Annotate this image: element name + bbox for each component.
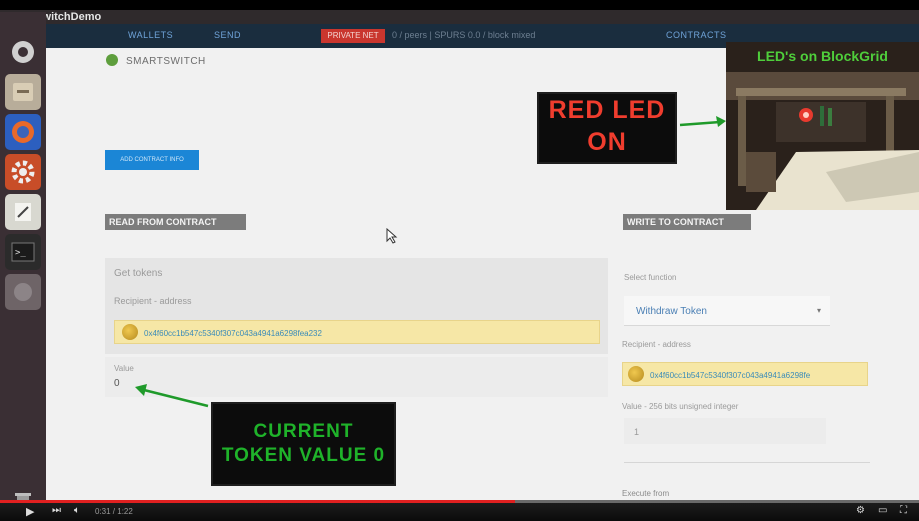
contract-identicon xyxy=(106,54,118,66)
svg-text:>_: >_ xyxy=(15,248,26,258)
inset-caption: LED's on BlockGrid xyxy=(757,48,888,64)
token-value: 0 xyxy=(114,378,120,389)
play-icon[interactable]: ▶ xyxy=(26,505,34,518)
arrow-right-icon xyxy=(679,116,726,127)
launcher-software-button[interactable] xyxy=(5,274,41,310)
fullscreen-icon[interactable]: ⛶ xyxy=(900,505,907,516)
write-recipient-value: 0x4f60cc1b547c5340f307c043a4941a6298fe xyxy=(650,371,811,380)
select-function-label: Select function xyxy=(624,273,677,282)
token-annotation-line-2: TOKEN VALUE 0 xyxy=(221,445,386,466)
write-recipient-label: Recipient - address xyxy=(622,340,691,349)
read-function-label: Get tokens xyxy=(114,268,163,279)
gear-icon xyxy=(11,160,35,184)
amount-label: Value - 256 bits unsigned integer xyxy=(622,402,739,411)
launcher-terminal-button[interactable]: >_ xyxy=(5,234,41,270)
text-editor-icon xyxy=(15,203,31,221)
token-annotation-line-1: CURRENT xyxy=(253,421,354,442)
file-cabinet-icon xyxy=(13,83,33,101)
read-recipient-label: Recipient - address xyxy=(114,296,192,306)
camera-inset xyxy=(726,42,919,210)
volume-icon[interactable]: 🔈︎ xyxy=(74,505,80,516)
launcher-files-button[interactable] xyxy=(5,74,41,110)
ubuntu-logo-icon xyxy=(12,41,34,63)
miniplayer-icon[interactable]: ▭ xyxy=(878,505,887,516)
amount-value: 1 xyxy=(634,427,640,437)
red-led-line-1: RED LED xyxy=(548,96,666,124)
red-led-line-2: ON xyxy=(587,128,627,156)
gear-icon[interactable]: ⚙ xyxy=(856,505,865,516)
nav-wallets[interactable]: WALLETS xyxy=(128,30,173,40)
amount-input[interactable] xyxy=(624,418,826,444)
address-identicon-icon xyxy=(122,324,138,340)
launcher-firefox-button[interactable] xyxy=(5,114,41,150)
divider xyxy=(624,462,870,463)
arrow-left-icon xyxy=(135,384,209,408)
blockgrid-photo xyxy=(726,42,919,210)
chevron-down-icon: ▾ xyxy=(817,306,822,315)
value-label: Value xyxy=(114,364,134,373)
launcher-settings-button[interactable] xyxy=(5,154,41,190)
app-launcher: >_ xyxy=(0,12,46,521)
mouse-cursor-icon xyxy=(386,228,398,244)
read-recipient-value: 0x4f60cc1b547c5340f307c043a4941a6298fea2… xyxy=(144,329,322,338)
firefox-icon xyxy=(12,121,34,143)
terminal-icon: >_ xyxy=(11,242,35,262)
nav-contracts[interactable]: CONTRACTS xyxy=(666,30,727,40)
nav-send[interactable]: SEND xyxy=(214,30,241,40)
read-from-contract-header: READ FROM CONTRACT xyxy=(105,214,246,230)
launcher-home-button[interactable] xyxy=(5,34,41,70)
selected-function: Withdraw Token xyxy=(636,306,707,317)
network-status: 0 / peers | SPURS 0.0 / block mixed xyxy=(392,30,536,40)
red-led-annotation-text: RED LED ON xyxy=(539,94,675,158)
contract-name: SMARTSWITCH xyxy=(126,56,206,67)
next-icon[interactable]: ⏭ xyxy=(52,505,61,516)
execute-from-label: Execute from xyxy=(622,489,670,498)
add-contract-info-button[interactable]: ADD CONTRACT INFO xyxy=(105,150,199,170)
launcher-text-editor-button[interactable] xyxy=(5,194,41,230)
network-badge: PRIVATE NET xyxy=(321,29,385,43)
help-icon xyxy=(14,283,32,301)
video-controls-bar xyxy=(0,503,919,521)
token-annotation-text: CURRENT TOKEN VALUE 0 xyxy=(213,420,394,468)
write-to-contract-header: WRITE TO CONTRACT xyxy=(623,214,751,230)
video-time: 0:31 / 1:22 xyxy=(95,507,133,516)
address-identicon-icon xyxy=(628,366,644,382)
